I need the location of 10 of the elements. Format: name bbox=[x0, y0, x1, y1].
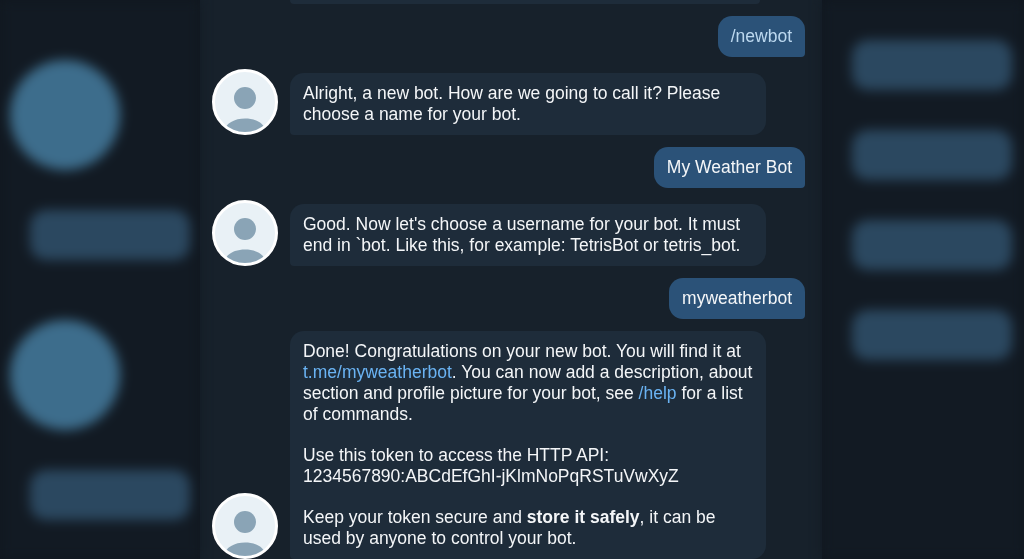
message-bubble: My Weather Bot bbox=[653, 147, 805, 188]
link[interactable]: t.me/myweatherbot bbox=[303, 362, 452, 382]
message-text: Use this token to access the HTTP API: 1234567890:ABCdEfGhI-jKlmNoPqRSTuVwXyZ bbox=[303, 445, 680, 487]
link[interactable]: /help bbox=[638, 383, 677, 403]
message-bubble: myweatherbot bbox=[669, 278, 805, 319]
message-bubble: /newbot bbox=[717, 16, 805, 57]
message-bubble: Good. Now let's choose a username for your bot. It must end in `bot. Like this, for example: TetrisBot or tetris_bot. bbox=[290, 204, 766, 266]
message-bubble: Alright, a new bot. How are we going to call it? Please choose a name for your bot. bbox=[290, 73, 766, 135]
message-text: Done! Congratulations on your new bot. You will find it at t.me/myweatherbot. You can now add a description, about section and profile picture for your bot, see /help for a list of commands. bbox=[303, 341, 753, 425]
message-text: Keep your token secure and store it safely, it can be used by anyone to control your bot. bbox=[303, 507, 717, 549]
